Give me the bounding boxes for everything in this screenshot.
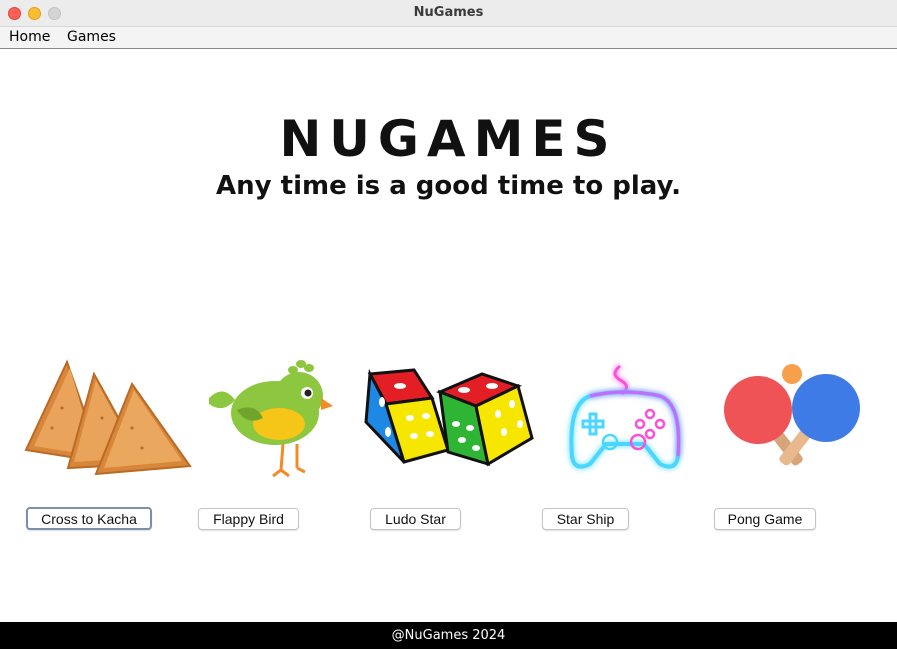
window-title: NuGames: [413, 5, 484, 20]
bird-icon[interactable]: [205, 358, 335, 483]
ping-pong-icon[interactable]: [722, 362, 864, 476]
game-button-pong-game[interactable]: Pong Game: [714, 508, 816, 530]
gamepad-icon[interactable]: [560, 360, 690, 480]
menu-bar: Home Games: [0, 27, 897, 49]
menu-home[interactable]: Home: [9, 29, 50, 45]
game-button-star-ship[interactable]: Star Ship: [542, 508, 629, 530]
footer: @NuGames 2024: [0, 622, 897, 649]
samosa-icon[interactable]: [22, 358, 192, 478]
footer-text: @NuGames 2024: [391, 628, 506, 643]
brand-title: NUGAMES: [279, 110, 618, 168]
menu-games[interactable]: Games: [67, 29, 116, 45]
game-button-ludo-star[interactable]: Ludo Star: [370, 508, 461, 530]
window-titlebar: NuGames: [0, 0, 897, 27]
dice-icon[interactable]: [364, 366, 536, 468]
tagline: Any time is a good time to play.: [216, 171, 681, 201]
game-button-flappy-bird[interactable]: Flappy Bird: [198, 508, 299, 530]
game-button-cross-to-kacha[interactable]: Cross to Kacha: [26, 507, 152, 530]
